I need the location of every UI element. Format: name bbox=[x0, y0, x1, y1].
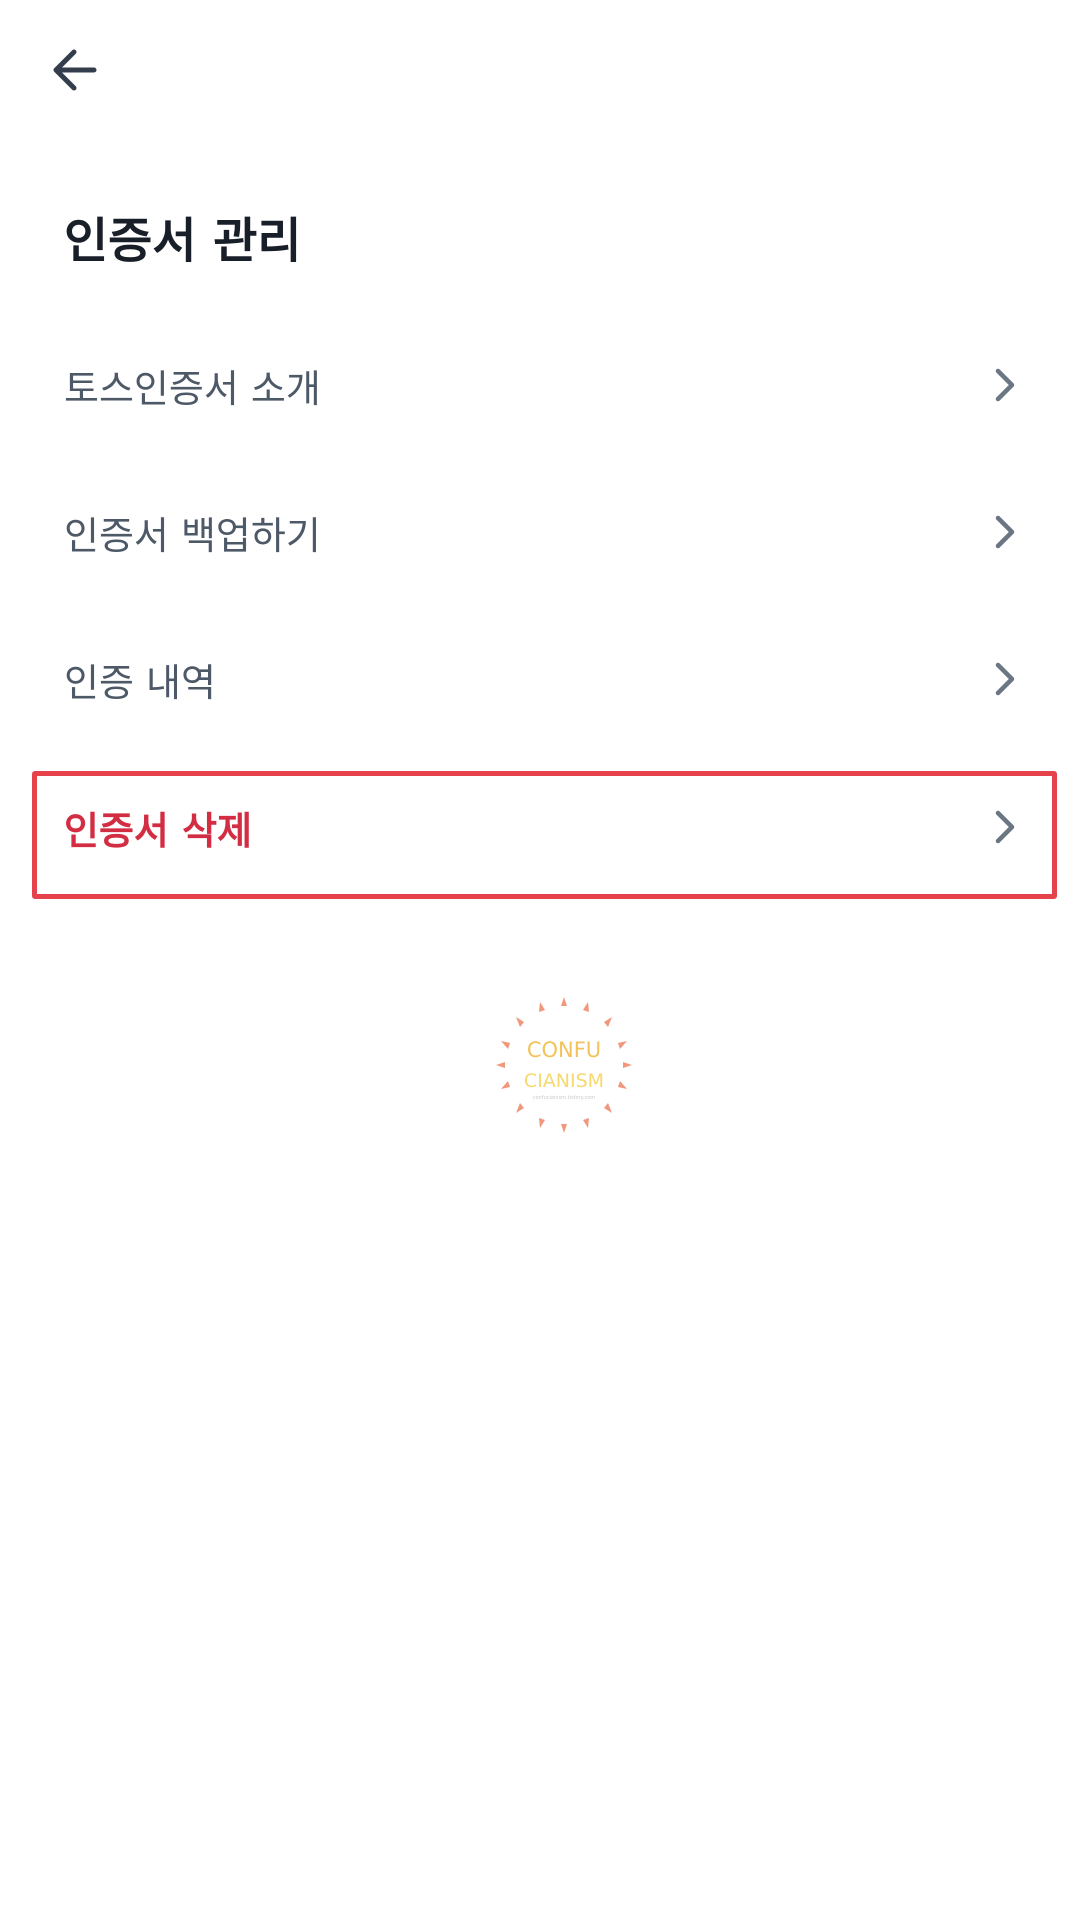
menu-item-auth-history[interactable]: 인증 내역 bbox=[64, 606, 1024, 752]
chevron-right-icon bbox=[990, 365, 1020, 405]
menu-item-certificate-backup[interactable]: 인증서 백업하기 bbox=[64, 459, 1024, 605]
menu-item-label: 인증 내역 bbox=[64, 660, 216, 705]
page-title: 인증서 관리 bbox=[64, 213, 302, 269]
arrow-left-icon bbox=[53, 49, 97, 91]
back-button[interactable] bbox=[44, 44, 104, 96]
menu-item-label: 토스인증서 소개 bbox=[64, 366, 321, 411]
menu-item-toss-certificate-intro[interactable]: 토스인증서 소개 bbox=[64, 312, 1024, 458]
menu-item-label: 인증서 삭제 bbox=[64, 808, 253, 853]
menu-item-label: 인증서 백업하기 bbox=[64, 513, 321, 558]
watermark-logo: CONFU CIANISM confucianism.tistory.com bbox=[494, 995, 634, 1135]
chevron-right-icon bbox=[990, 512, 1020, 552]
watermark-line2: CIANISM bbox=[524, 1070, 604, 1092]
watermark-line3: confucianism.tistory.com bbox=[533, 1095, 595, 1101]
menu-item-delete-certificate[interactable]: 인증서 삭제 bbox=[64, 754, 1024, 900]
watermark-line1: CONFU bbox=[527, 1038, 601, 1062]
chevron-right-icon bbox=[990, 659, 1020, 699]
chevron-right-icon bbox=[990, 807, 1020, 847]
